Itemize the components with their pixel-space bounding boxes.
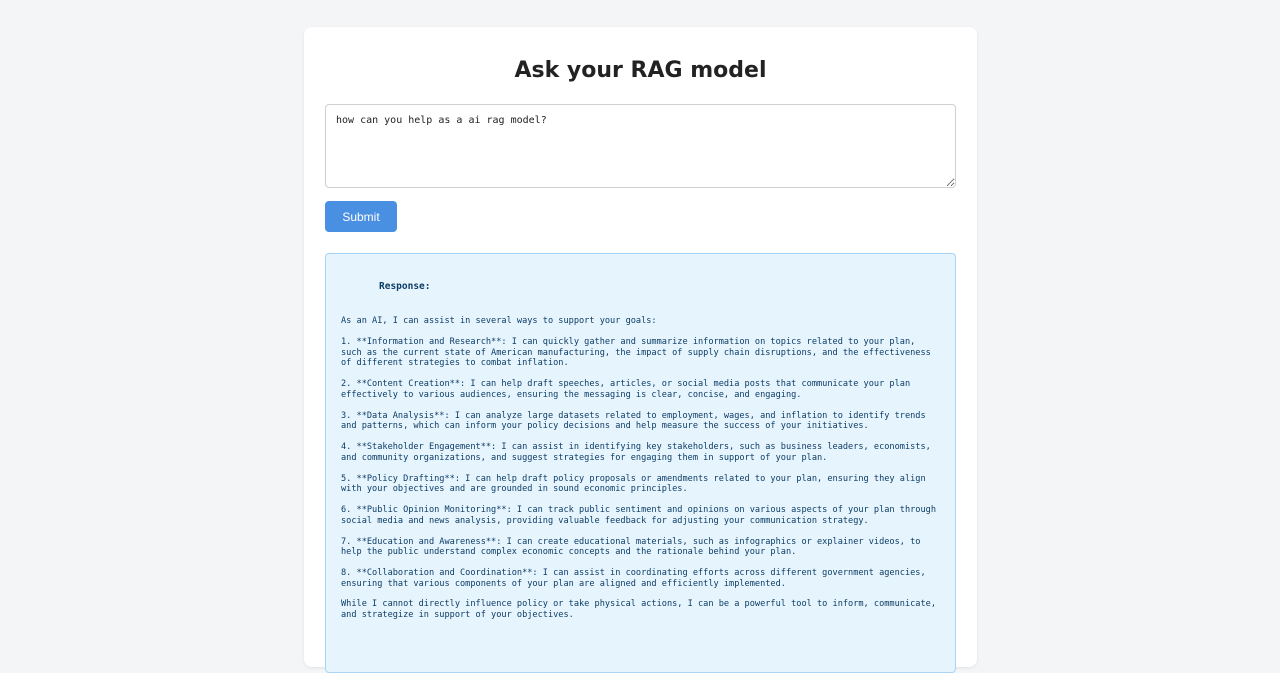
response-item: 3. **Data Analysis**: I can analyze larg… (341, 410, 926, 432)
response-item: 8. **Collaboration and Coordination**: I… (341, 568, 926, 589)
response-intro: As an AI, I can assist in several ways t… (341, 316, 657, 326)
response-list: 1. **Information and Research**: I can q… (341, 337, 941, 600)
response-panel: Response: As an AI, I can assist in seve… (325, 253, 956, 673)
response-label: Response: (379, 281, 431, 292)
response-outro: While I cannot directly influence policy… (341, 599, 936, 620)
response-item: 2. **Content Creation**: I can help draf… (341, 379, 911, 400)
page-title: Ask your RAG model (514, 58, 767, 83)
response-item: 4. **Stakeholder Engagement**: I can ass… (341, 442, 931, 463)
response-item: 7. **Education and Awareness**: I can cr… (341, 536, 921, 558)
query-input[interactable]: how can you help as a ai rag model? (325, 104, 956, 188)
response-item: 5. **Policy Drafting**: I can help draft… (341, 473, 926, 495)
main-card: Ask your RAG model how can you help as a… (304, 27, 977, 673)
submit-button[interactable]: Submit (325, 201, 397, 232)
response-item: 6. **Public Opinion Monitoring**: I can … (341, 505, 936, 526)
response-item: 1. **Information and Research**: I can q… (341, 337, 931, 368)
